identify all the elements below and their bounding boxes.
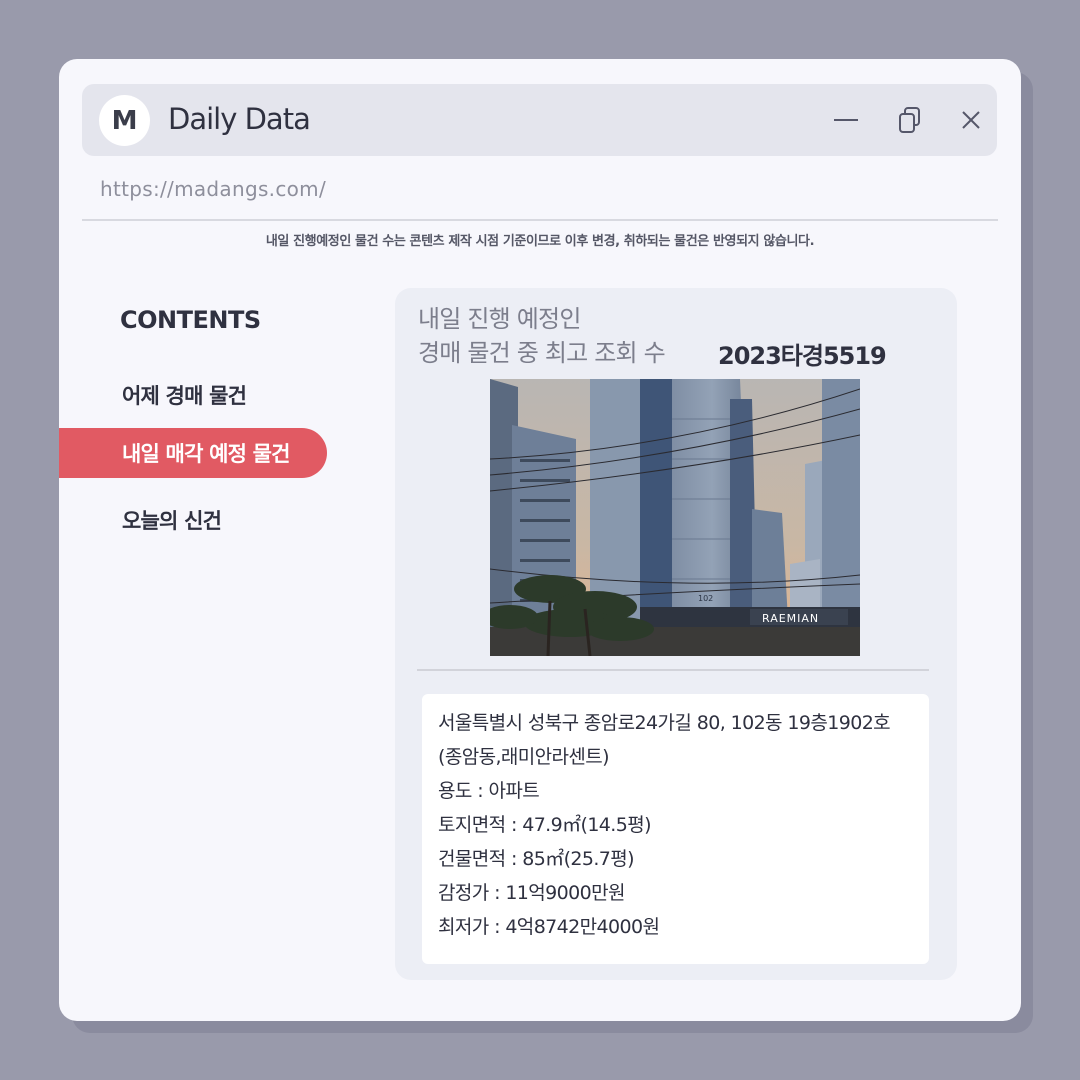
restore-icon (899, 107, 920, 133)
app-logo: M (99, 95, 150, 146)
url-text[interactable]: https://madangs.com/ (100, 177, 326, 201)
card-heading-line2: 경매 물건 중 최고 조회 수 (418, 339, 666, 367)
appraisal-price-line: 감정가 : 11억9000만원 (438, 882, 626, 904)
close-icon (962, 111, 980, 129)
minimum-price-line: 최저가 : 4억8742만4000원 (438, 916, 660, 938)
case-number: 2023타경5519 (718, 342, 887, 370)
url-divider (82, 219, 998, 221)
close-button[interactable] (954, 102, 988, 138)
sidebar-item-tomorrow[interactable]: 내일 매각 예정 물건 (59, 428, 327, 478)
card-heading-line1: 내일 진행 예정인 (418, 305, 581, 333)
sidebar-item-label: 오늘의 신건 (122, 509, 222, 533)
land-area-line: 토지면적 : 47.9㎡(14.5평) (438, 814, 652, 836)
app-window: M Daily Data https://madangs.com/ 내일 진행예… (59, 59, 1021, 1021)
address-line: 서울특별시 성북구 종암로24가길 80, 102동 19층1902호 (438, 712, 891, 734)
featured-property-card: 내일 진행 예정인 경매 물건 중 최고 조회 수 2023타경5519 102… (395, 288, 957, 980)
raemian-sign: RAEMIAN (762, 612, 819, 625)
restore-button[interactable] (893, 102, 927, 138)
card-divider (417, 669, 929, 671)
sidebar-item-label: 내일 매각 예정 물건 (122, 442, 291, 466)
minimize-icon (834, 119, 858, 121)
property-photo: 102 RAEMIAN (490, 379, 860, 656)
building-number: 102 (698, 594, 713, 603)
sidebar-item-label: 어제 경매 물건 (122, 384, 247, 408)
property-details: 서울특별시 성북구 종암로24가길 80, 102동 19층1902호 (종암동… (422, 694, 929, 964)
app-title: Daily Data (168, 102, 311, 136)
sidebar-item-yesterday[interactable]: 어제 경매 물건 (59, 370, 247, 420)
address-line-complex: (종암동,래미안라센트) (438, 746, 610, 768)
title-bar: M Daily Data (82, 84, 997, 156)
card-heading: 내일 진행 예정인 경매 물건 중 최고 조회 수 (418, 302, 666, 370)
building-area-line: 건물면적 : 85㎡(25.7평) (438, 848, 635, 870)
minimize-button[interactable] (829, 102, 863, 138)
notice-text: 내일 진행예정인 물건 수는 콘텐츠 제작 시점 기준이므로 이후 변경, 취하… (265, 234, 815, 249)
sidebar-item-today-new[interactable]: 오늘의 신건 (59, 495, 222, 545)
contents-heading: CONTENTS (120, 306, 261, 334)
usage-line: 용도 : 아파트 (438, 780, 540, 802)
